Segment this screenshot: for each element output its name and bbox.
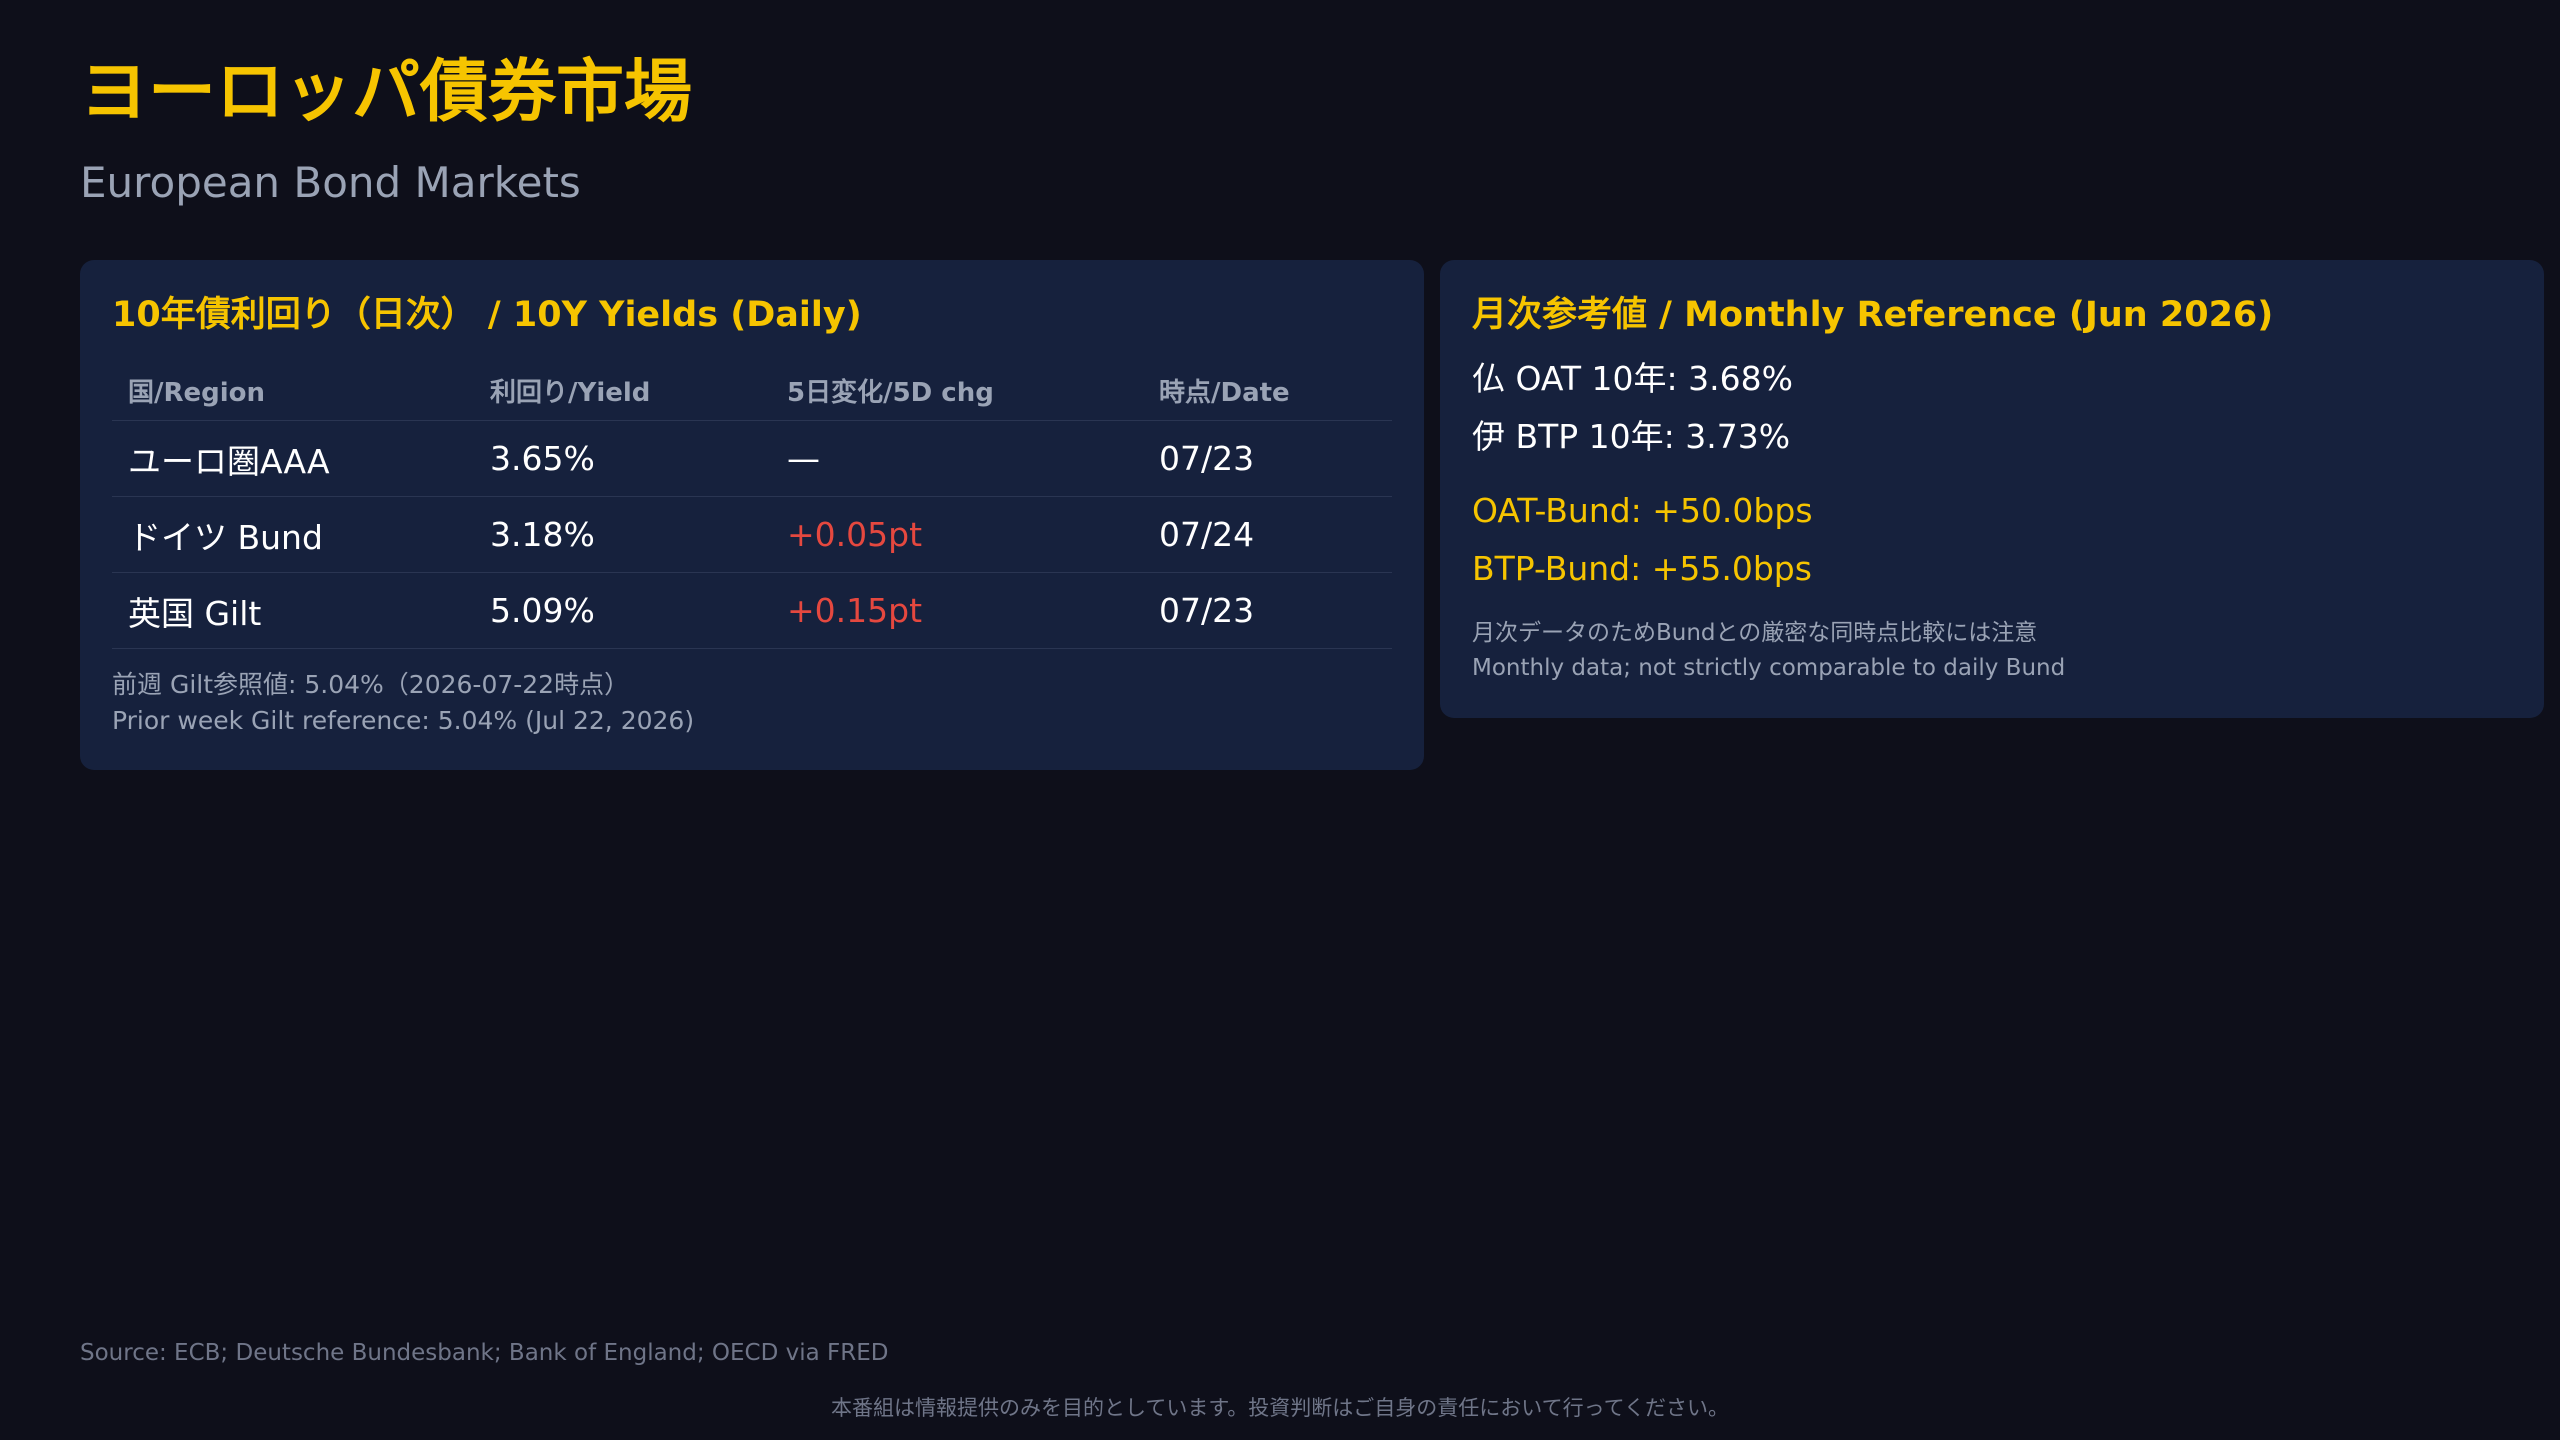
disclaimer: 本番組は情報提供のみを目的としています。投資判断はご自身の責任において行ってくだ…	[831, 1396, 1729, 1420]
daily-yields-card-title: 10年債利回り（日次） / 10Y Yields (Daily)	[112, 295, 862, 335]
date-cell: 07/23	[1143, 420, 1392, 497]
monthly-data-note: 月次データのためBundとの厳密な同時点比較には注意 Monthly data;…	[1472, 616, 2512, 686]
column-header-date: 時点/Date	[1143, 360, 1392, 421]
column-header-change: 5日変化/5D chg	[771, 360, 1143, 421]
monthly-note-en: Monthly data; not strictly comparable to…	[1472, 655, 2066, 681]
gilt-note-jp: 前週 Gilt参照値: 5.04%（2026-07-22時点）	[112, 670, 630, 699]
btp-yield: 伊 BTP 10年: 3.73%	[1472, 417, 1791, 456]
monthly-reference-card: 月次参考値 / Monthly Reference (Jun 2026) 仏 O…	[1440, 260, 2544, 718]
table-row: ドイツ Bund 3.18% +0.05pt 07/24	[112, 496, 1392, 573]
region-cell: ユーロ圏AAA	[112, 420, 474, 497]
gilt-note-en: Prior week Gilt reference: 5.04% (Jul 22…	[112, 706, 695, 735]
date-cell: 07/23	[1143, 572, 1392, 649]
change-cell: +0.15pt	[771, 572, 1143, 649]
gilt-prior-week-note: 前週 Gilt参照値: 5.04%（2026-07-22時点） Prior we…	[112, 667, 1392, 739]
oat-yield: 仏 OAT 10年: 3.68%	[1472, 359, 1793, 398]
column-header-region: 国/Region	[112, 360, 474, 421]
yield-cell: 3.65%	[474, 420, 771, 497]
source-footnote: Source: ECB; Deutsche Bundesbank; Bank o…	[80, 1340, 889, 1366]
btp-bund-spread: BTP-Bund: +55.0bps	[1472, 549, 1812, 588]
table-row: ユーロ圏AAA 3.65% — 07/23	[112, 420, 1392, 497]
page-title: ヨーロッパ債券市場	[80, 53, 693, 132]
yield-cell: 3.18%	[474, 496, 771, 573]
daily-yields-card: 10年債利回り（日次） / 10Y Yields (Daily) 国/Regio…	[80, 260, 1424, 770]
monthly-note-jp: 月次データのためBundとの厳密な同時点比較には注意	[1472, 620, 2038, 646]
monthly-reference-card-title: 月次参考値 / Monthly Reference (Jun 2026)	[1472, 295, 2274, 335]
oat-bund-spread: OAT-Bund: +50.0bps	[1472, 491, 1813, 530]
table-row: 英国 Gilt 5.09% +0.15pt 07/23	[112, 572, 1392, 649]
region-cell: ドイツ Bund	[112, 496, 474, 573]
column-header-yield: 利回り/Yield	[474, 360, 771, 421]
page-subtitle: European Bond Markets	[80, 158, 581, 207]
yields-table: 国/Region 利回り/Yield 5日変化/5D chg 時点/Date ユ…	[112, 360, 1392, 649]
change-cell: —	[771, 420, 1143, 497]
change-cell: +0.05pt	[771, 496, 1143, 573]
yields-table-header-row: 国/Region 利回り/Yield 5日変化/5D chg 時点/Date	[112, 360, 1392, 421]
yield-cell: 5.09%	[474, 572, 771, 649]
date-cell: 07/24	[1143, 496, 1392, 573]
region-cell: 英国 Gilt	[112, 572, 474, 649]
